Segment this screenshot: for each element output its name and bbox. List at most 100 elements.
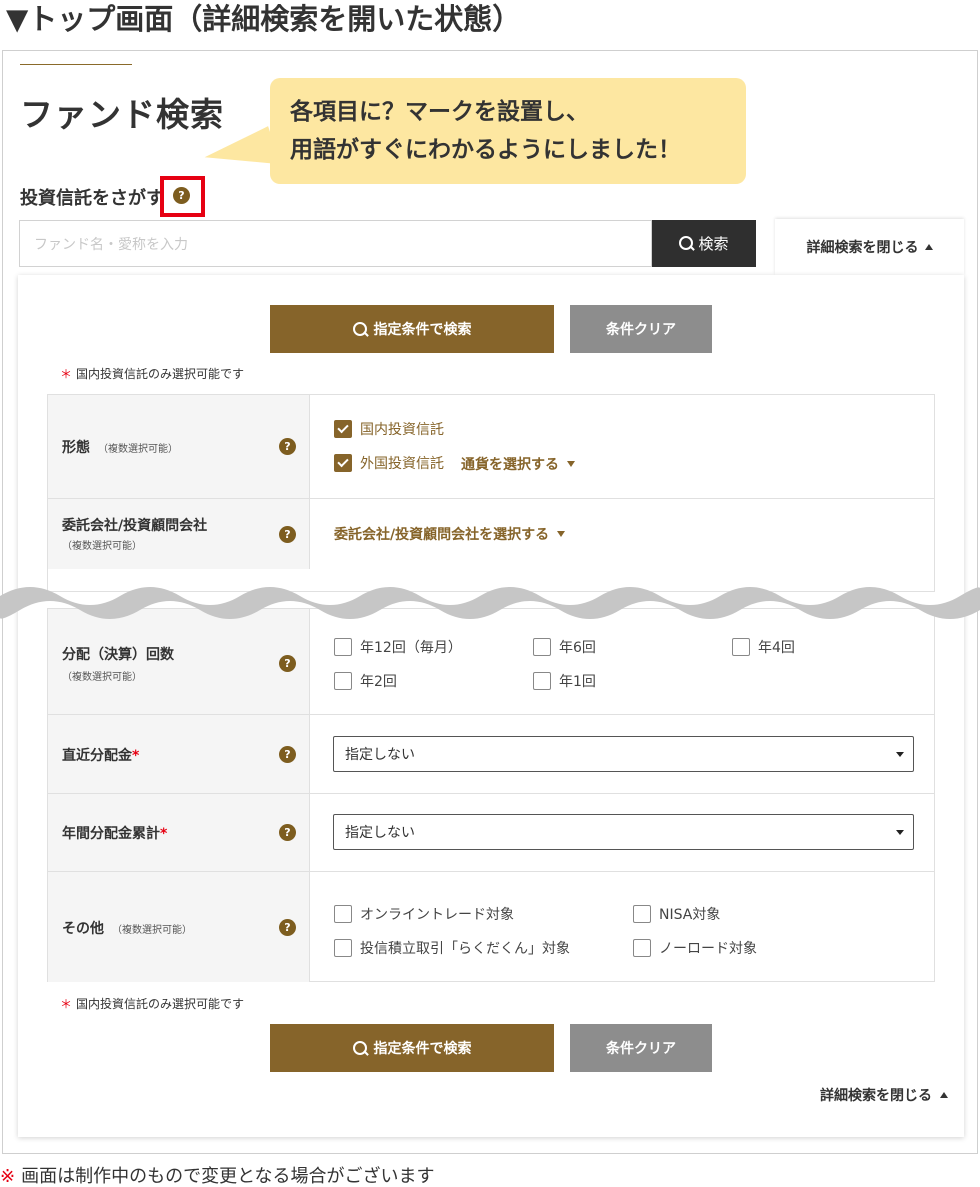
company-select-link[interactable]: 委託会社/投資顧問会社を選択する xyxy=(334,524,566,544)
search-section-label: 投資信託をさがす xyxy=(20,188,164,209)
row-head: 直近分配金* ? xyxy=(48,715,310,793)
annual-dividend-label: 年間分配金累計* xyxy=(62,826,168,842)
row-head: 形態 （複数選択可能） ? xyxy=(48,395,310,498)
fund-search-input[interactable]: ファンド名・愛称を入力 xyxy=(19,220,652,267)
search-icon xyxy=(352,1040,368,1056)
row-company: 委託会社/投資顧問会社 （複数選択可能） ? 委託会社/投資顧問会社を選択する xyxy=(48,499,934,569)
option-label: 年4回 xyxy=(758,640,795,656)
condition-search-button-top[interactable]: 指定条件で検索 xyxy=(270,305,554,353)
company-link-label: 委託会社/投資顧問会社を選択する xyxy=(334,527,550,543)
checkbox-freq-6[interactable]: 年6回 xyxy=(533,637,596,657)
search-button[interactable]: 検索 xyxy=(652,220,756,267)
highlight-box xyxy=(160,176,205,217)
close-detail-search-link[interactable]: 詳細検索を閉じる xyxy=(820,1085,948,1105)
row-other: その他 （複数選択可能） ? オンライントレード対象 NISA対象 投信積立取引「… xyxy=(48,872,934,982)
row-head: その他 （複数選択可能） ? xyxy=(48,872,310,982)
select-value: 指定しない xyxy=(345,747,415,763)
note-mark: ＊ xyxy=(60,997,73,1011)
help-icon[interactable]: ? xyxy=(279,655,296,672)
footnote-mark: ※ xyxy=(0,1166,16,1187)
checkbox-freq-4[interactable]: 年4回 xyxy=(732,637,795,657)
wave-cut-divider xyxy=(0,587,980,619)
help-icon[interactable]: ? xyxy=(279,438,296,455)
checkbox-icon xyxy=(633,905,651,923)
checkbox-nisa[interactable]: NISA対象 xyxy=(633,904,720,924)
page-title: ファンド検索 xyxy=(20,95,224,134)
triangle-up-icon xyxy=(924,244,933,250)
domestic-only-note-bottom: ＊国内投資信託のみ選択可能です xyxy=(60,995,244,1012)
checkbox-icon xyxy=(633,939,651,957)
help-icon[interactable]: ? xyxy=(279,526,296,543)
search-icon xyxy=(679,236,694,251)
note-text: 国内投資信託のみ選択可能です xyxy=(76,367,245,381)
checkbox-icon xyxy=(533,672,551,690)
currency-select-link[interactable]: 通貨を選択する xyxy=(461,454,575,474)
note-text: 国内投資信託のみ選択可能です xyxy=(76,997,245,1011)
option-label: NISA対象 xyxy=(659,907,721,923)
help-icon[interactable]: ? xyxy=(279,919,296,936)
condition-search-button-bottom[interactable]: 指定条件で検索 xyxy=(270,1024,554,1072)
checkbox-checked-icon xyxy=(334,454,352,472)
close-detail-label: 詳細検索を閉じる xyxy=(806,240,919,256)
checkbox-freq-1[interactable]: 年1回 xyxy=(533,671,596,691)
search-placeholder: ファンド名・愛称を入力 xyxy=(34,236,188,253)
row-form: 形態 （複数選択可能） ? 国内投資信託 外国投資信託 通貨を選択する xyxy=(48,395,934,499)
checkbox-freq-2[interactable]: 年2回 xyxy=(334,671,397,691)
checkbox-freq-12[interactable]: 年12回（毎月） xyxy=(334,637,462,657)
callout-line-1: 各項目に？マークを設置し、 xyxy=(290,99,589,125)
title-rule xyxy=(20,64,132,65)
checkbox-rakudakun[interactable]: 投信積立取引「らくだくん」対象 xyxy=(334,938,570,958)
callout-line-2: 用語がすぐにわかるようにしました！ xyxy=(290,137,681,163)
criteria-table-lower: 分配（決算）回数 （複数選択可能） ? 年12回（毎月） 年6回 年4回 年2回… xyxy=(47,608,935,982)
select-value: 指定しない xyxy=(345,825,415,841)
close-detail-search-tab[interactable]: 詳細検索を閉じる xyxy=(775,219,964,275)
triangle-down-icon xyxy=(567,461,575,467)
domestic-only-note-top: ＊国内投資信託のみ選択可能です xyxy=(60,365,244,382)
annual-dividend-select[interactable]: 指定しない xyxy=(333,814,914,850)
option-label: 国内投資信託 xyxy=(360,422,444,438)
frequency-sub: （複数選択可能） xyxy=(62,672,142,683)
checkbox-icon xyxy=(334,905,352,923)
condition-search-label: 指定条件で検索 xyxy=(373,1041,472,1057)
help-icon[interactable]: ? xyxy=(279,746,296,763)
row-head: 委託会社/投資顧問会社 （複数選択可能） ? xyxy=(48,499,310,569)
option-label: 年1回 xyxy=(559,674,596,690)
search-button-label: 検索 xyxy=(698,235,729,253)
callout-bubble: 各項目に？マークを設置し、 用語がすぐにわかるようにしました！ xyxy=(270,78,746,184)
recent-dividend-label: 直近分配金* xyxy=(62,748,140,764)
company-sub: （複数選択可能） xyxy=(62,541,142,552)
clear-conditions-label: 条件クリア xyxy=(606,322,676,338)
row-head: 年間分配金累計* ? xyxy=(48,794,310,871)
other-label: その他 （複数選択可能） xyxy=(62,921,192,937)
option-label: 外国投資信託 xyxy=(360,456,444,472)
option-label: 年12回（毎月） xyxy=(360,640,462,656)
recent-dividend-select[interactable]: 指定しない xyxy=(333,736,914,772)
row-annual-dividend: 年間分配金累計* ? 指定しない xyxy=(48,794,934,872)
triangle-down-icon xyxy=(896,830,904,835)
currency-link-label: 通貨を選択する xyxy=(461,457,559,473)
checkbox-icon xyxy=(533,638,551,656)
help-icon[interactable]: ? xyxy=(279,824,296,841)
search-icon xyxy=(352,321,368,337)
clear-conditions-button-bottom[interactable]: 条件クリア xyxy=(570,1024,712,1072)
row-recent-dividend: 直近分配金* ? 指定しない xyxy=(48,715,934,794)
checkbox-foreign[interactable]: 外国投資信託 xyxy=(334,453,444,473)
form-label: 形態 （複数選択可能） xyxy=(62,440,178,456)
footnote-text: 画面は制作中のもので変更となる場合がございます xyxy=(21,1166,435,1187)
option-label: オンライントレード対象 xyxy=(360,907,514,923)
close-detail-label: 詳細検索を閉じる xyxy=(820,1088,932,1104)
option-label: 年2回 xyxy=(360,674,397,690)
top-heading: ▼トップ画面（詳細検索を開いた状態） xyxy=(6,2,522,36)
checkbox-icon xyxy=(732,638,750,656)
company-label: 委託会社/投資顧問会社 xyxy=(62,518,208,534)
checkbox-domestic[interactable]: 国内投資信託 xyxy=(334,419,444,439)
checkbox-icon xyxy=(334,939,352,957)
checkbox-checked-icon xyxy=(334,420,352,438)
frequency-label: 分配（決算）回数 xyxy=(62,647,174,663)
triangle-down-icon xyxy=(557,531,566,537)
checkbox-online-trade[interactable]: オンライントレード対象 xyxy=(334,904,514,924)
checkbox-no-load[interactable]: ノーロード対象 xyxy=(633,938,757,958)
clear-conditions-label: 条件クリア xyxy=(606,1041,676,1057)
option-label: 年6回 xyxy=(559,640,596,656)
clear-conditions-button-top[interactable]: 条件クリア xyxy=(570,305,712,353)
